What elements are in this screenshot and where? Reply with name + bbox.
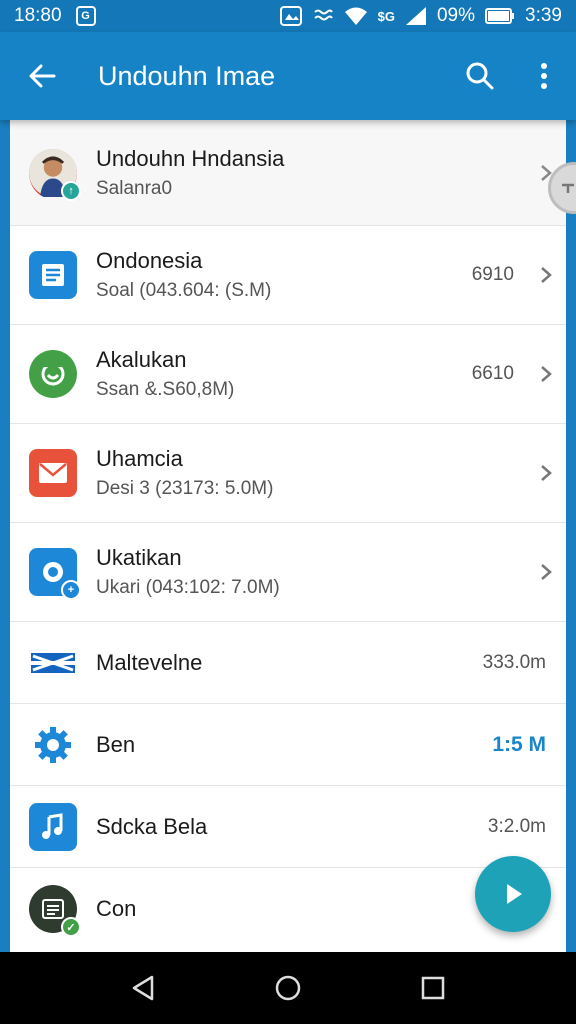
list-item-title: Undouhn Hndansia <box>96 145 285 171</box>
chevron-right-icon <box>526 563 566 581</box>
list-item[interactable]: Ondonesia Soal (043.604: (S.M) 6910 <box>10 226 566 325</box>
battery-icon <box>485 7 515 25</box>
list-item-title: Ondonesia <box>96 248 203 273</box>
back-button[interactable] <box>0 32 84 120</box>
list-item[interactable]: Ben 1:5 M <box>10 704 566 786</box>
collapse-icon <box>562 183 574 193</box>
list-item-subtitle: Ukari (043:102: 7.0M) <box>96 577 280 598</box>
play-fab-button[interactable] <box>475 856 551 932</box>
list-item[interactable]: Akalukan Ssan &.S60,8M) 6610 <box>10 325 566 424</box>
list-header-item[interactable]: ↑ Undouhn Hndansia Salanra0 <box>10 120 566 226</box>
nav-home-button[interactable] <box>258 958 318 1018</box>
nav-recents-button[interactable] <box>403 958 463 1018</box>
document-icon <box>29 251 77 299</box>
search-icon <box>466 62 494 90</box>
photo-notification-icon <box>279 6 302 26</box>
contact-icon: ✓ <box>29 885 81 937</box>
list-item-title: Ben <box>96 731 136 757</box>
list-item-size: 3:2.0m <box>487 815 546 837</box>
list-item-subtitle: Salanra0 <box>96 177 173 199</box>
nav-back-button[interactable] <box>113 958 173 1018</box>
list-item-title: Sdcka Bela <box>96 813 208 839</box>
camera-icon: + <box>29 548 81 600</box>
overflow-menu-icon <box>541 63 547 89</box>
list-item[interactable]: + Ukatikan Ukari (043:102: 7.0M) <box>10 523 566 622</box>
overflow-menu-button[interactable] <box>512 32 576 120</box>
add-badge-icon: + <box>61 580 81 600</box>
home-circle-icon <box>275 975 301 1001</box>
list-item-size: 6910 <box>471 264 514 285</box>
mail-icon <box>29 449 77 497</box>
play-icon <box>507 884 522 904</box>
status-clock-right: 3:39 <box>525 5 562 26</box>
list-item-size: 6610 <box>471 363 514 384</box>
chevron-right-icon <box>526 464 566 482</box>
avatar: ↑ <box>29 148 81 201</box>
back-arrow-icon <box>29 64 56 88</box>
system-nav-bar <box>0 952 576 1024</box>
status-bar: 18:80 G $G 09% 3:39 <box>0 0 576 32</box>
battery-percent: 09% <box>436 5 476 26</box>
list-item-title: Maltevelne <box>96 649 203 675</box>
status-time: 18:80 <box>14 5 62 26</box>
list-item-subtitle: Ssan &.S60,8M) <box>96 379 235 400</box>
app-list: ↑ Undouhn Hndansia Salanra0 Ondonesia So… <box>10 120 566 952</box>
music-icon <box>29 802 77 851</box>
app-bar: Undouhn Imae <box>0 32 576 120</box>
vibrate-icon <box>312 6 334 26</box>
chevron-right-icon <box>526 266 566 284</box>
flag-icon <box>29 639 77 687</box>
wifi-icon <box>344 6 368 26</box>
gear-icon <box>29 721 77 769</box>
list-item-size: 333.0m <box>482 651 546 673</box>
list-item-subtitle: Desi 3 (23173: 5.0M) <box>96 478 274 499</box>
back-triangle-icon <box>132 975 153 1001</box>
check-badge-icon: ✓ <box>61 917 81 937</box>
page-title: Undouhn Imae <box>98 60 276 91</box>
list-item-size: 1:5 M <box>492 732 546 756</box>
avatar-badge-icon: ↑ <box>61 180 81 201</box>
recents-square-icon <box>422 976 445 1000</box>
list-item-subtitle: Soal (043.604: (S.M) <box>96 280 272 301</box>
list-item-title: Uhamcia <box>96 446 183 471</box>
app-notification-icon: G <box>75 6 96 26</box>
face-icon <box>29 350 77 398</box>
list-item-title: Ukatikan <box>96 545 182 570</box>
network-type-icon: $G <box>377 8 395 24</box>
search-button[interactable] <box>448 32 512 120</box>
list-item[interactable]: Maltevelne 333.0m <box>10 622 566 704</box>
signal-icon <box>405 6 427 26</box>
chevron-right-icon <box>526 365 566 383</box>
list-item[interactable]: Uhamcia Desi 3 (23173: 5.0M) <box>10 424 566 523</box>
list-item-title: Akalukan <box>96 347 187 372</box>
list-item[interactable]: Sdcka Bela 3:2.0m <box>10 786 566 868</box>
